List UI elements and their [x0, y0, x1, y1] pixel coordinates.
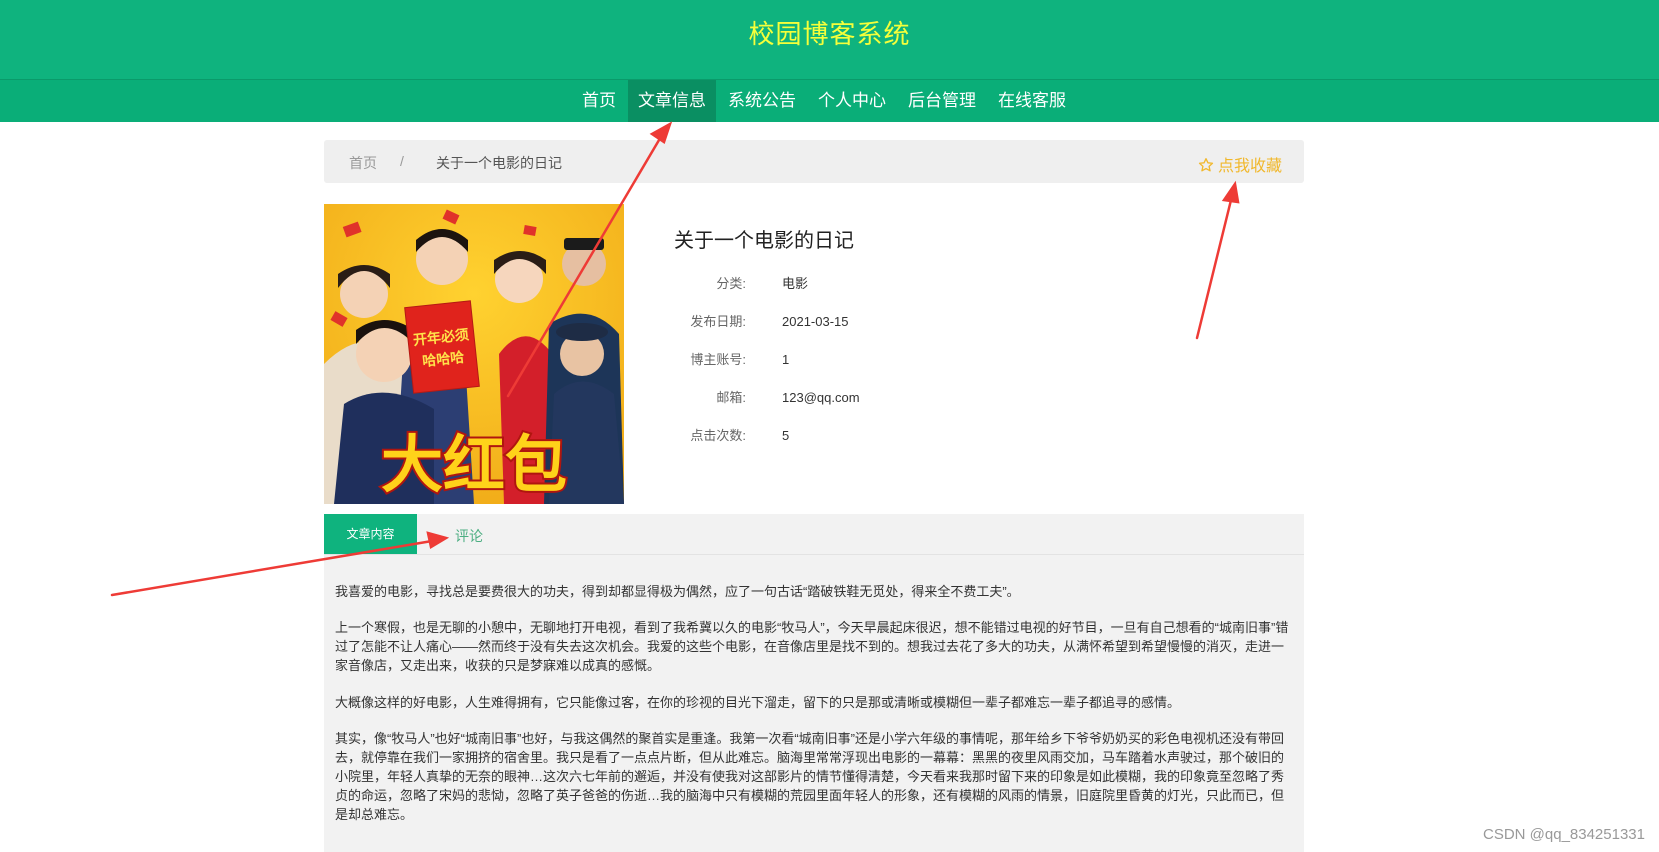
info-row-category: 分类: 电影	[674, 273, 808, 292]
main-nav: 首页 文章信息 系统公告 个人中心 后台管理 在线客服	[0, 79, 1659, 122]
content-paragraph: 我喜爱的电影，寻找总是要费很大的功夫，得到却都显得极为偶然，应了一句古话“踏破铁…	[335, 584, 1020, 599]
nav-item-announcements[interactable]: 系统公告	[718, 80, 806, 122]
info-value: 1	[782, 352, 790, 367]
article-content: 我喜爱的电影，寻找总是要费很大的功夫，得到却都显得极为偶然，应了一句古话“踏破铁…	[324, 555, 1304, 852]
content-paragraph: 上一个寒假，也是无聊的小憩中，无聊地打开电视，看到了我希冀以久的电影“牧马人”，…	[335, 620, 1289, 673]
nav-item-admin[interactable]: 后台管理	[898, 80, 986, 122]
watermark: CSDN @qq_834251331	[1482, 826, 1645, 843]
site-title: 校园博客系统	[748, 19, 911, 49]
nav-item-customer-service[interactable]: 在线客服	[988, 80, 1076, 122]
favorite-label: 点我收藏	[1217, 158, 1282, 175]
info-row-publish-date: 发布日期: 2021-03-15	[674, 311, 849, 330]
content-paragraph: 其实，像“牧马人”也好“城南旧事”也好，与我这偶然的聚首实是重逢。我第一次看“城…	[335, 731, 1285, 822]
star-outline-icon	[1198, 158, 1213, 172]
arrow-head	[1221, 180, 1240, 204]
nav-item-personal-center[interactable]: 个人中心	[808, 80, 896, 122]
info-row-click-count: 点击次数: 5	[674, 425, 789, 444]
info-label: 点击次数:	[690, 428, 746, 443]
poster-title-text: 大红包	[381, 428, 567, 501]
article-cover-image: 开年必须 哈哈哈 大红包	[324, 204, 624, 504]
breadcrumb-home-link[interactable]: 首页	[349, 153, 377, 173]
info-value: 电影	[782, 276, 809, 291]
article-tabs: 文章内容 评论	[324, 514, 1304, 555]
nav-item-articles[interactable]: 文章信息	[628, 80, 716, 122]
content-paragraph: 大概像这样的好电影，人生难得拥有，它只能像过客，在你的珍视的目光下溜走，留下的只…	[335, 695, 1181, 710]
info-label: 发布日期:	[690, 314, 746, 329]
breadcrumb-current: 关于一个电影的日记	[436, 155, 562, 171]
favorite-button[interactable]: 点我收藏	[1198, 152, 1282, 176]
info-label: 博主账号:	[690, 352, 746, 367]
tab-comments[interactable]: 评论	[455, 526, 483, 546]
info-value: 123@qq.com	[782, 390, 860, 405]
article-title: 关于一个电影的日记	[674, 230, 854, 252]
info-value: 2021-03-15	[782, 314, 849, 329]
info-value: 5	[782, 428, 790, 443]
annotation-arrow	[1195, 194, 1234, 340]
info-label: 分类:	[716, 276, 746, 291]
tab-article-content[interactable]: 文章内容	[324, 514, 417, 554]
nav-item-home[interactable]: 首页	[572, 80, 626, 122]
info-row-blogger-account: 博主账号: 1	[674, 349, 789, 368]
header-banner: 校园博客系统	[0, 0, 1659, 79]
breadcrumb: 首页 / 关于一个电影的日记 点我收藏	[324, 140, 1304, 183]
breadcrumb-separator: /	[400, 153, 404, 169]
info-label: 邮箱:	[716, 390, 746, 405]
info-row-email: 邮箱: 123@qq.com	[674, 387, 860, 406]
